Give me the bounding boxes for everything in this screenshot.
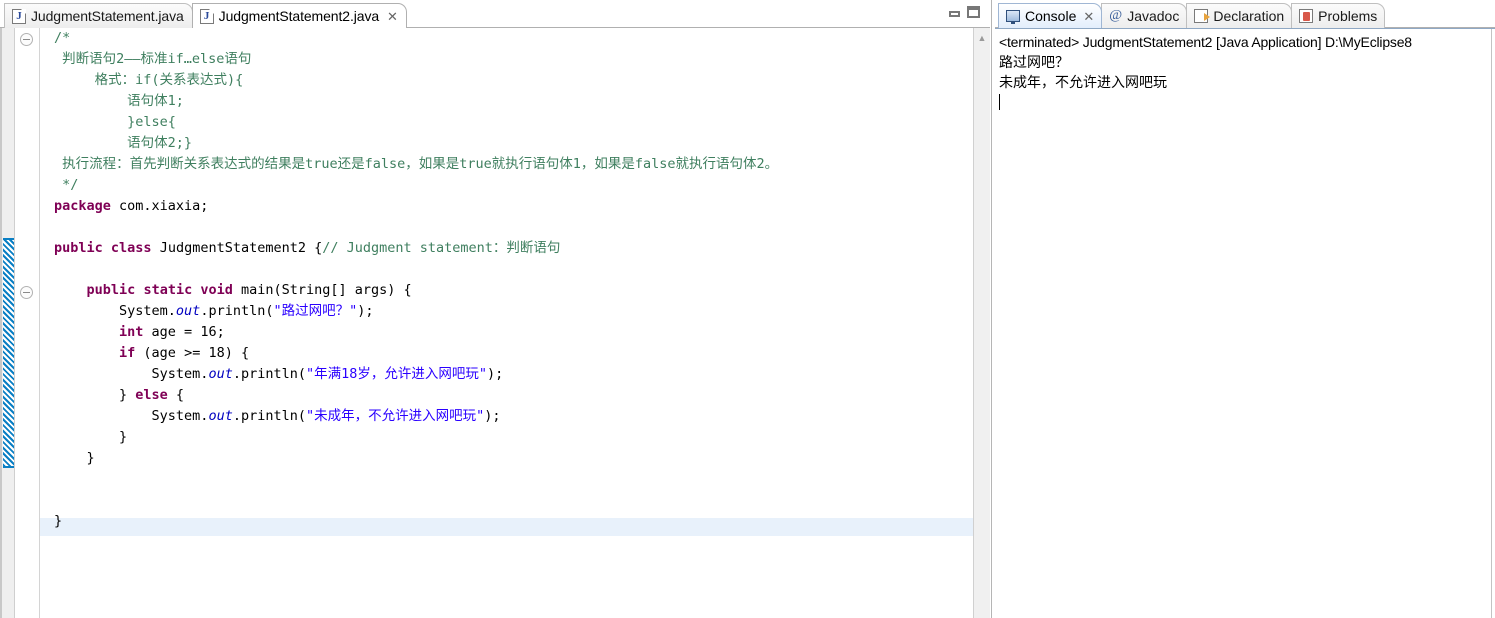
console-output-line: 未成年，不允许进入网吧玩 — [999, 74, 1167, 90]
console-part: Console ✕ @ Javadoc Declaration Problems… — [995, 0, 1495, 618]
console-tab-label: Problems — [1318, 8, 1378, 24]
folding-ruler[interactable] — [15, 28, 40, 618]
editor-tab-judgmentstatement2[interactable]: J JudgmentStatement2.java ✕ — [191, 3, 407, 28]
editor-window-controls — [949, 6, 980, 18]
editor-tab-judgmentstatement[interactable]: J JudgmentStatement.java — [4, 3, 193, 28]
at-sign-icon: @ — [1109, 8, 1123, 23]
editor-tab-label: JudgmentStatement.java — [31, 8, 184, 24]
console-tab-bar: Console ✕ @ Javadoc Declaration Problems — [995, 0, 1495, 28]
source-code[interactable]: /* 判断语句2——标准if…else语句 格式：if(关系表达式){ 语句体1… — [40, 28, 973, 532]
eclipse-workbench: J JudgmentStatement.java J JudgmentState… — [0, 0, 1495, 618]
editor-vertical-scrollbar[interactable]: ▲ — [973, 28, 990, 618]
close-icon[interactable]: ✕ — [387, 10, 398, 23]
console-tab-label: Console — [1025, 8, 1077, 24]
console-text: <terminated> JudgmentStatement2 [Java Ap… — [995, 29, 1495, 112]
console-tab-label: Declaration — [1213, 8, 1285, 24]
tab-problems[interactable]: Problems — [1291, 3, 1386, 28]
java-file-icon: J — [12, 8, 26, 24]
fold-collapse-icon[interactable] — [20, 286, 33, 299]
scroll-up-icon[interactable]: ▲ — [974, 30, 990, 46]
changed-lines-marker — [3, 238, 14, 468]
console-right-edge — [1491, 29, 1495, 618]
console-output-area[interactable]: <terminated> JudgmentStatement2 [Java Ap… — [995, 28, 1495, 618]
editor-part: J JudgmentStatement.java J JudgmentState… — [0, 0, 990, 618]
fold-collapse-icon[interactable] — [20, 33, 33, 46]
editor-tab-bar: J JudgmentStatement.java J JudgmentState… — [0, 0, 990, 28]
editor-body: /* 判断语句2——标准if…else语句 格式：if(关系表达式){ 语句体1… — [0, 28, 990, 618]
declaration-icon — [1194, 9, 1211, 23]
code-editor-area[interactable]: /* 判断语句2——标准if…else语句 格式：if(关系表达式){ 语句体1… — [40, 28, 973, 618]
maximize-button[interactable] — [967, 6, 980, 18]
console-output-line: 路过网吧？ — [999, 54, 1069, 70]
console-tab-label: Javadoc — [1127, 8, 1180, 24]
java-file-icon: J — [199, 8, 214, 24]
annotation-ruler[interactable] — [0, 28, 15, 618]
close-icon[interactable]: ✕ — [1083, 10, 1094, 23]
tab-console[interactable]: Console ✕ — [998, 3, 1103, 28]
console-monitor-icon — [1006, 10, 1020, 24]
console-header-line: <terminated> JudgmentStatement2 [Java Ap… — [999, 34, 1412, 50]
minimize-button[interactable] — [949, 10, 960, 17]
editor-tab-label: JudgmentStatement2.java — [218, 8, 380, 24]
problems-icon — [1299, 9, 1314, 23]
console-caret — [999, 94, 1000, 110]
tab-javadoc[interactable]: @ Javadoc — [1101, 3, 1188, 28]
tab-declaration[interactable]: Declaration — [1186, 3, 1293, 28]
